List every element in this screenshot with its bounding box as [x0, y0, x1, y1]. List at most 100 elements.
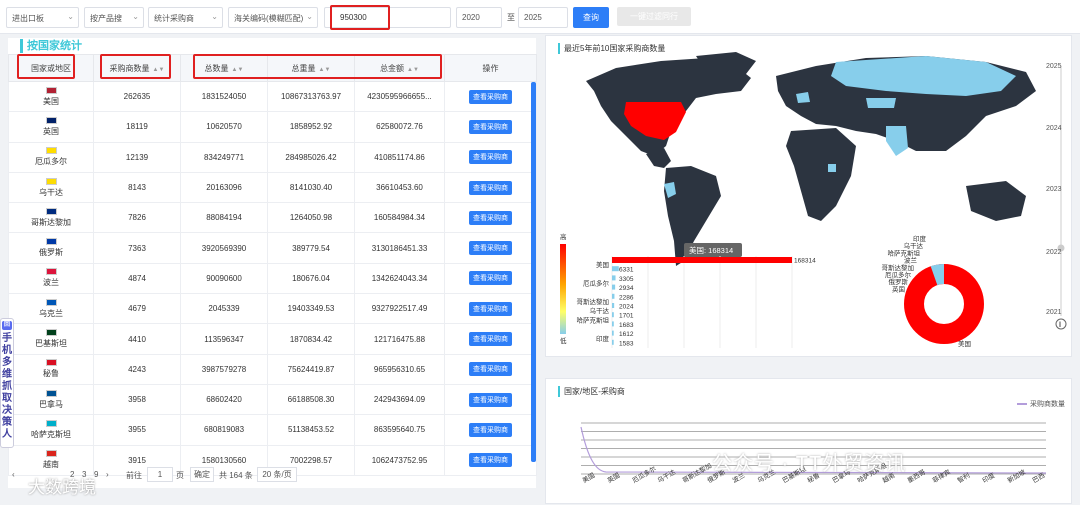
timeline-year[interactable]: 2025	[1046, 63, 1070, 70]
line-x-label: 新加坡	[1006, 467, 1028, 485]
bar[interactable]	[612, 303, 615, 308]
bar[interactable]	[612, 330, 614, 336]
sort-icon[interactable]: ▲▼	[232, 67, 244, 73]
cell-amount: 1342624043.34	[354, 262, 445, 295]
view-buyers-button[interactable]: 查看采购商	[469, 392, 512, 407]
cell-action: 查看采购商	[444, 383, 537, 416]
uganda-shape[interactable]	[828, 164, 836, 172]
view-buyers-button[interactable]: 查看采购商	[469, 271, 512, 286]
cell-buyers: 262635	[93, 80, 181, 113]
page-unit-label: 页	[176, 471, 184, 480]
confirm-page-button[interactable]: 确定	[190, 467, 214, 482]
line-x-label: 美国	[581, 470, 597, 484]
prev-page-icon[interactable]: ‹	[12, 470, 15, 479]
bar[interactable]	[612, 293, 615, 299]
bar[interactable]	[612, 257, 792, 263]
next-page-icon[interactable]: ›	[106, 470, 109, 479]
timeline-year[interactable]: 2024	[1046, 125, 1070, 132]
query-button[interactable]: 查询	[573, 7, 609, 28]
country-name: 英国	[43, 126, 59, 136]
sort-icon[interactable]: ▲▼	[319, 67, 331, 73]
cell-amount: 863595640.75	[354, 414, 445, 446]
view-buyers-button[interactable]: 查看采购商	[469, 150, 512, 165]
bar[interactable]	[612, 339, 614, 345]
flag-icon	[45, 147, 57, 155]
country-stats-panel: 按国家统计 国家或地区 采购商数量 ▲▼ 总数量 ▲▼ 总重量 ▲▼ 总金额 ▲▼ 操作…	[8, 38, 537, 488]
cell-weight: 19403349.53	[267, 293, 355, 325]
bar[interactable]	[612, 266, 619, 272]
timeline-year[interactable]: 2023	[1046, 186, 1070, 193]
table-row: 哥斯达黎加 7826 88084194 1264050.98 160584984…	[8, 202, 537, 234]
pie-slice-usa[interactable]	[904, 264, 984, 344]
view-buyers-button[interactable]: 查看采购商	[469, 422, 512, 437]
cell-country: 英国	[8, 111, 94, 143]
country-name: 乌干达	[39, 187, 63, 197]
trade-select[interactable]: 进出口板 ⌄	[6, 7, 79, 28]
map-tooltip: 美国: 168314	[689, 245, 733, 255]
country-name: 巴拿马	[39, 399, 63, 409]
flag-icon	[45, 86, 57, 94]
country-name: 乌克兰	[39, 308, 63, 318]
cell-qty: 680819083	[180, 414, 268, 446]
chevron-down-icon: ⌄	[67, 12, 74, 21]
page-input[interactable]: 1	[147, 467, 173, 482]
mobile-decision-maker-badge[interactable]: 回 手机多维抓取决策人	[0, 318, 14, 448]
flag-icon	[45, 207, 57, 215]
table-body: 美国 262635 1831524050 10867313763.97 4230…	[8, 80, 537, 476]
timeline-year[interactable]: 2021	[1046, 309, 1070, 316]
year-from-input[interactable]: 2020	[456, 7, 502, 28]
kazakhstan-shape[interactable]	[866, 98, 896, 108]
view-buyers-button[interactable]: 查看采购商	[469, 210, 512, 225]
bar-category-label: 哥斯达黎加	[577, 297, 610, 306]
table-scrollbar[interactable]	[531, 82, 536, 462]
bar[interactable]	[612, 275, 616, 281]
india-shape[interactable]	[886, 126, 908, 156]
table-row: 乌克兰 4679 2045339 19403349.53 9327922517.…	[8, 293, 537, 325]
bar[interactable]	[612, 312, 614, 318]
view-buyers-button[interactable]: 查看采购商	[469, 119, 512, 134]
bar-category-label: 印度	[596, 334, 610, 343]
col-amount[interactable]: 总金额 ▲▼	[354, 54, 445, 82]
pie-label: 哥斯达黎加	[882, 263, 915, 272]
hs-mode-select[interactable]: 海关编码(模糊匹配) ⌄	[228, 7, 318, 28]
cell-qty: 68602420	[180, 383, 268, 416]
search-by-select[interactable]: 按产品搜 ⌄	[84, 7, 144, 28]
col-weight[interactable]: 总重量 ▲▼	[267, 54, 355, 82]
col-buyers[interactable]: 采购商数量 ▲▼	[93, 54, 181, 82]
bar[interactable]	[612, 284, 616, 290]
year-to-input[interactable]: 2025	[518, 7, 568, 28]
view-buyers-button[interactable]: 查看采购商	[469, 180, 512, 195]
country-name: 秘鲁	[43, 369, 59, 379]
panel-title: 按国家统计	[20, 39, 82, 53]
table-row: 波兰 4874 90090600 180676.04 1342624043.34…	[8, 262, 537, 295]
cell-country: 厄瓜多尔	[8, 141, 94, 173]
view-buyers-button[interactable]: 查看采购商	[469, 301, 512, 316]
view-buyers-button[interactable]: 查看采购商	[469, 89, 512, 104]
bar-value-label: 1683	[619, 322, 634, 329]
legend-high-label: 高	[560, 232, 567, 241]
filter-peers-button[interactable]: 一键过滤同行	[617, 7, 691, 26]
hs-code-input[interactable]: 950300	[324, 7, 451, 28]
pie-slice-small[interactable]	[930, 263, 945, 286]
view-buyers-button[interactable]: 查看采购商	[469, 332, 512, 347]
col-weight-label: 总重量	[291, 63, 316, 73]
timeline-year[interactable]: 2022	[1046, 249, 1070, 256]
hs-mode-value: 海关编码(模糊匹配)	[234, 14, 304, 23]
cell-qty: 2045339	[180, 293, 268, 325]
page-size-select[interactable]: 20 条/页	[257, 467, 297, 482]
table-row: 厄瓜多尔 12139 834249771 284985026.42 410851…	[8, 141, 537, 173]
sort-icon[interactable]: ▲▼	[153, 67, 165, 73]
cell-buyers: 3955	[93, 414, 181, 446]
africa-shape[interactable]	[786, 128, 856, 221]
view-buyers-button[interactable]: 查看采购商	[469, 241, 512, 256]
cell-buyers: 4243	[93, 353, 181, 385]
stat-select[interactable]: 统计采购商 ⌄	[148, 7, 223, 28]
view-buyers-button[interactable]: 查看采购商	[469, 362, 512, 377]
col-qty[interactable]: 总数量 ▲▼	[180, 54, 268, 82]
australia-shape[interactable]	[966, 181, 1026, 221]
cell-qty: 90090600	[180, 262, 268, 295]
sort-icon[interactable]: ▲▼	[407, 67, 419, 73]
cell-country: 俄罗斯	[8, 232, 94, 264]
bar[interactable]	[612, 321, 614, 327]
cell-buyers: 4410	[93, 323, 181, 355]
